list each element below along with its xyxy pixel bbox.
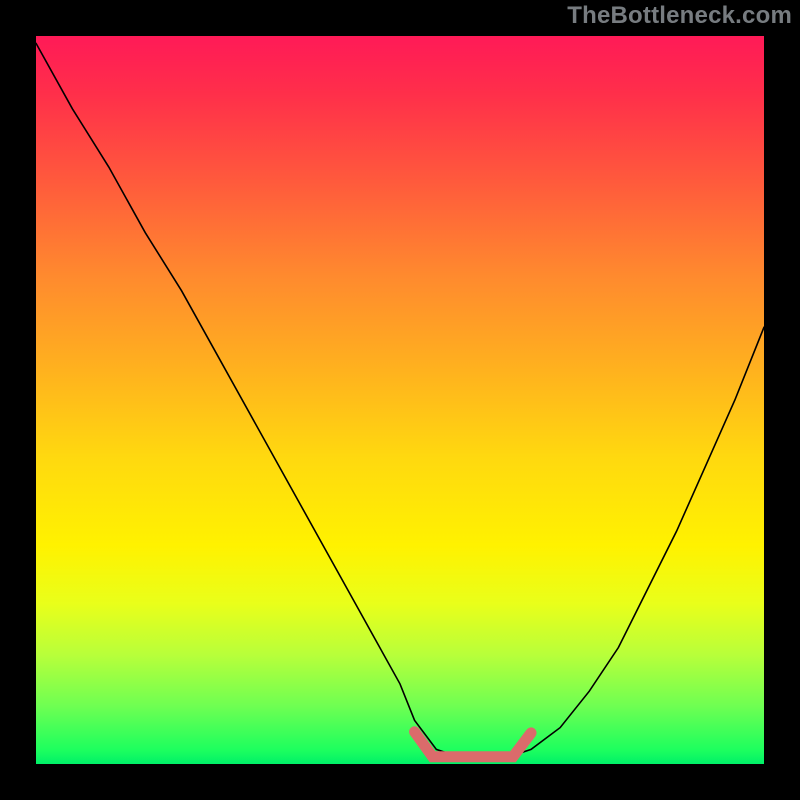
watermark-text: TheBottleneck.com bbox=[567, 2, 792, 30]
plot-area bbox=[36, 36, 764, 764]
bottleneck-curve-line bbox=[36, 43, 764, 756]
bottleneck-curve-svg bbox=[36, 36, 764, 764]
chart-frame: TheBottleneck.com bbox=[0, 0, 800, 800]
